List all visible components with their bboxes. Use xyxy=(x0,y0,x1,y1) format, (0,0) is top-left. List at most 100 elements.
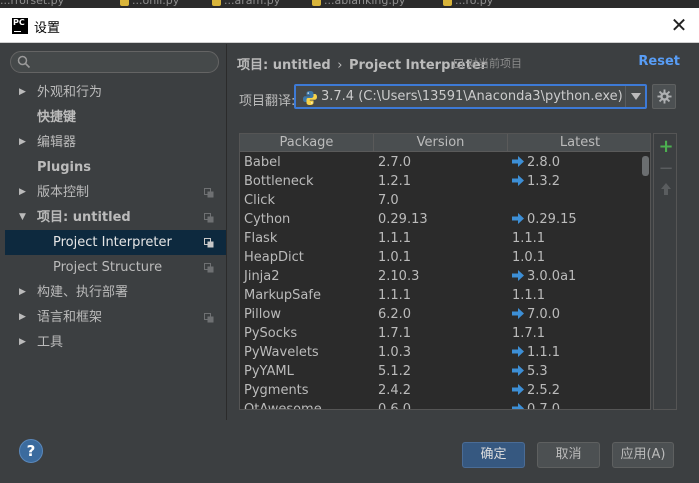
table-row[interactable]: Babel 2.7.0 2.8.0 xyxy=(240,153,642,172)
table-row[interactable]: HeapDict 1.0.1 1.0.1 xyxy=(240,248,642,267)
package-version: 5.1.2 xyxy=(378,364,412,379)
upgrade-package-button[interactable] xyxy=(658,182,674,198)
package-latest: 3.0.0a1 xyxy=(512,267,576,286)
remove-package-button[interactable]: − xyxy=(658,160,674,178)
reset-link[interactable]: Reset xyxy=(638,54,680,69)
apply-button[interactable]: 应用(A) xyxy=(612,442,674,468)
upgrade-arrow-icon xyxy=(512,384,524,395)
package-name: PyWavelets xyxy=(244,345,319,360)
packages-table[interactable]: Package Version Latest Babel 2.7.0 2.8.0 Bo… xyxy=(239,133,651,410)
table-row[interactable]: Bottleneck 1.2.1 1.3.2 xyxy=(240,172,642,191)
table-row[interactable]: PyYAML 5.1.2 5.3 xyxy=(240,362,642,381)
table-row[interactable]: Flask 1.1.1 1.1.1 xyxy=(240,229,642,248)
table-row[interactable]: Click 7.0 xyxy=(240,191,642,210)
column-header-latest[interactable]: Latest xyxy=(508,134,650,152)
ok-button[interactable]: 确定 xyxy=(462,442,525,468)
background-tab[interactable]: ...onii.py xyxy=(120,0,179,8)
upgrade-icon xyxy=(661,183,671,195)
sidebar-item-label: 编辑器 xyxy=(37,135,77,150)
package-name: Babel xyxy=(244,155,281,170)
table-header: Package Version Latest xyxy=(240,134,650,152)
background-tab[interactable]: ...ro.py xyxy=(443,0,493,8)
table-scrollbar[interactable] xyxy=(641,153,650,409)
python-icon xyxy=(302,90,318,109)
sidebar-item-project-structure[interactable]: Project Structure xyxy=(5,255,226,280)
sidebar-item-editor[interactable]: ▶ 编辑器 xyxy=(5,130,226,155)
collapsed-arrow-icon[interactable]: ▶ xyxy=(19,180,26,205)
interpreter-settings-button[interactable] xyxy=(652,84,676,109)
settings-sidebar: ▶ 外观和行为 快捷键 ▶ 编辑器 Plugins ▶ 版本控制 ▼ 项目: untitled Pr… xyxy=(0,44,227,420)
background-tab[interactable]: ...ablanking.py xyxy=(312,0,405,8)
sidebar-item-tools[interactable]: ▶ 工具 xyxy=(5,330,226,355)
package-latest: 1.1.1 xyxy=(512,231,546,246)
sidebar-item-project-interpreter[interactable]: Project Interpreter xyxy=(5,230,226,255)
package-version: 2.10.3 xyxy=(378,269,420,284)
background-tab[interactable]: ...aram.py xyxy=(212,0,280,8)
copy-icon xyxy=(204,188,214,198)
dropdown-button[interactable] xyxy=(625,86,645,107)
collapsed-arrow-icon[interactable]: ▶ xyxy=(19,305,26,330)
column-header-version[interactable]: Version xyxy=(374,134,508,152)
upgrade-arrow-icon xyxy=(512,213,524,224)
sidebar-item-appearance-behavior[interactable]: ▶ 外观和行为 xyxy=(5,80,226,105)
table-row[interactable]: Cython 0.29.13 0.29.15 xyxy=(240,210,642,229)
sidebar-item-keymap[interactable]: 快捷键 xyxy=(5,105,226,130)
package-latest: 1.1.1 xyxy=(512,343,560,362)
package-name: Click xyxy=(244,193,275,208)
package-latest: 0.29.15 xyxy=(512,210,577,229)
sidebar-item-project-untitled[interactable]: ▼ 项目: untitled xyxy=(5,205,226,230)
collapsed-arrow-icon[interactable]: ▶ xyxy=(19,130,26,155)
package-name: Jinja2 xyxy=(244,269,280,284)
cancel-button[interactable]: 取消 xyxy=(537,442,600,468)
package-version: 0.29.13 xyxy=(378,212,428,227)
copy-icon xyxy=(204,213,214,223)
upgrade-arrow-icon xyxy=(512,308,524,319)
sidebar-item-languages-frameworks[interactable]: ▶ 语言和框架 xyxy=(5,305,226,330)
interpreter-value: 3.7.4 (C:\Users\13591\Anaconda3\python.e… xyxy=(321,89,623,104)
sidebar-item-version-control[interactable]: ▶ 版本控制 xyxy=(5,180,226,205)
package-latest: 5.3 xyxy=(512,362,548,381)
package-latest: 2.8.0 xyxy=(512,153,560,172)
interpreter-select[interactable]: 3.7.4 (C:\Users\13591\Anaconda3\python.e… xyxy=(294,84,647,109)
table-row[interactable]: Jinja2 2.10.3 3.0.0a1 xyxy=(240,267,642,286)
table-row[interactable]: PyWavelets 1.0.3 1.1.1 xyxy=(240,343,642,362)
dialog-footer: ? 确定 取消 应用(A) xyxy=(0,420,699,483)
package-version: 6.2.0 xyxy=(378,307,412,322)
sidebar-item-label: Plugins xyxy=(37,160,91,175)
python-file-icon xyxy=(443,0,452,6)
table-row[interactable]: QtAwesome 0.6.0 0.7.0 xyxy=(240,400,642,409)
table-row[interactable]: PySocks 1.7.1 1.7.1 xyxy=(240,324,642,343)
package-name: Bottleneck xyxy=(244,174,314,189)
table-row[interactable]: Pillow 6.2.0 7.0.0 xyxy=(240,305,642,324)
collapsed-arrow-icon[interactable]: ▶ xyxy=(19,330,26,355)
copy-icon xyxy=(204,238,214,248)
sidebar-item-label: 版本控制 xyxy=(37,185,90,200)
help-button[interactable]: ? xyxy=(19,439,43,463)
background-tab[interactable]: ...rrorset.py xyxy=(0,0,64,8)
close-button[interactable]: ✕ xyxy=(669,14,689,36)
copy-icon xyxy=(204,313,214,323)
add-package-button[interactable]: + xyxy=(658,138,674,156)
settings-search-box[interactable] xyxy=(10,51,219,73)
upgrade-arrow-icon xyxy=(512,346,524,357)
scrollbar-thumb[interactable] xyxy=(642,156,649,176)
package-name: Pygments xyxy=(244,383,309,398)
table-row[interactable]: Pygments 2.4.2 2.5.2 xyxy=(240,381,642,400)
dialog-titlebar: PC 设置 ✕ xyxy=(0,8,699,43)
table-row[interactable]: MarkupSafe 1.1.1 1.1.1 xyxy=(240,286,642,305)
package-name: MarkupSafe xyxy=(244,288,321,303)
package-name: Cython xyxy=(244,212,291,227)
package-latest: 7.0.0 xyxy=(512,305,560,324)
sidebar-item-build-execution-deployment[interactable]: ▶ 构建、执行部署 xyxy=(5,280,226,305)
python-file-icon xyxy=(120,0,129,6)
package-version: 1.0.1 xyxy=(378,250,412,265)
package-latest: 1.3.2 xyxy=(512,172,560,191)
settings-search-input[interactable] xyxy=(37,54,212,70)
collapsed-arrow-icon[interactable]: ▶ xyxy=(19,80,26,105)
column-header-package[interactable]: Package xyxy=(240,134,374,152)
sidebar-item-plugins[interactable]: Plugins xyxy=(5,155,226,180)
collapsed-arrow-icon[interactable]: ▶ xyxy=(19,280,26,305)
scope-note: 对当前项目 xyxy=(454,55,522,71)
expanded-arrow-icon[interactable]: ▼ xyxy=(19,205,26,230)
sidebar-item-label: 快捷键 xyxy=(37,110,77,125)
